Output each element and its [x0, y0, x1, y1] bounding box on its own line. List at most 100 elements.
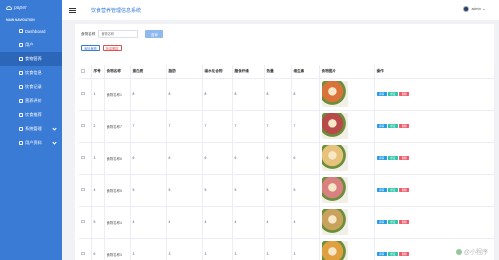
- sidebar-item-diet-record[interactable]: 饮食记录: [0, 80, 62, 94]
- row-actions: 详情 修改 删除: [376, 187, 494, 193]
- user-menu[interactable]: admin: [463, 6, 485, 12]
- cell-carb: 4: [202, 206, 233, 239]
- row-actions: 详情 修改 删除: [376, 219, 494, 225]
- delete-button[interactable]: 删除: [399, 91, 410, 97]
- search-input[interactable]: [98, 30, 139, 38]
- delete-button[interactable]: 删除: [399, 123, 410, 129]
- edit-button[interactable]: 修改: [387, 219, 398, 225]
- table-row[interactable]: 2 食物名称7 7 7 7 7 7 7 详情 修改 删除: [79, 110, 495, 143]
- food-image: [321, 177, 348, 203]
- sidebar-item-label: 营养评价: [25, 98, 42, 103]
- cell-name: 食物名称7: [104, 110, 131, 143]
- menu-toggle-icon[interactable]: [69, 7, 76, 13]
- sidebar-item-user[interactable]: 用户: [0, 38, 62, 52]
- delete-button[interactable]: 删除: [399, 219, 410, 225]
- row-select-cell[interactable]: [79, 142, 92, 175]
- row-select-cell[interactable]: [79, 174, 92, 207]
- cell-carb: 8: [202, 78, 233, 111]
- detail-button[interactable]: 详情: [376, 219, 387, 225]
- delete-button[interactable]: 删除: [399, 155, 410, 161]
- table-body: 1 食物名称1 8 8 8 8 8 8 详情 修改 删除 2 食物名称7 7 7 7 7 7 7 详情 修改 删除 3 食物名…: [79, 78, 495, 260]
- column-header: 食物图片: [319, 65, 375, 79]
- cell-image: [319, 110, 375, 143]
- add-food-button[interactable]: 添加食物: [81, 45, 100, 51]
- edit-button[interactable]: 修改: [387, 251, 398, 257]
- sidebar-item-system-management[interactable]: 系统管理: [0, 122, 62, 136]
- nav-section-title: MAIN NAVIGATION: [6, 18, 35, 22]
- sidebar-item-user-profile[interactable]: 用户资料: [0, 136, 62, 150]
- detail-button[interactable]: 详情: [376, 123, 387, 129]
- table-row[interactable]: 4 食物名称5 5 5 5 5 5 5 详情 修改 删除: [79, 174, 495, 207]
- username: admin: [471, 7, 481, 11]
- cell-index: 2: [91, 110, 105, 143]
- table-row[interactable]: 6 食物名称3 3 3 3 3 3 3 详情 修改 删除: [79, 238, 495, 260]
- delete-button[interactable]: 删除: [399, 251, 410, 257]
- menu-item-icon: [19, 85, 23, 89]
- delete-button[interactable]: 删除: [399, 187, 410, 193]
- table-row[interactable]: 5 食物名称4 4 4 4 4 4 4 详情 修改 删除: [79, 206, 495, 239]
- cell-index: 6: [91, 238, 105, 260]
- select-all-header[interactable]: [79, 65, 92, 79]
- detail-button[interactable]: 详情: [376, 251, 387, 257]
- batch-delete-button[interactable]: 批量删除: [102, 45, 122, 51]
- table-row[interactable]: 1 食物名称1 8 8 8 8 8 8 详情 修改 删除: [79, 78, 495, 111]
- row-checkbox[interactable]: [81, 155, 85, 160]
- cell-operations: 详情 修改 删除: [374, 206, 495, 239]
- cell-protein: 8: [130, 78, 167, 111]
- menu-item-icon: [19, 113, 23, 117]
- topbar: 饮食营养管理信息系统 admin: [62, 0, 499, 20]
- cell-protein: 3: [130, 238, 167, 260]
- wechat-icon: [455, 248, 462, 255]
- food-image: [321, 113, 348, 139]
- detail-button[interactable]: 详情: [376, 155, 387, 161]
- sidebar-item-food-nutrition[interactable]: 食物营养: [0, 52, 62, 66]
- cell-vitamin: 3: [291, 238, 320, 260]
- row-checkbox[interactable]: [81, 187, 85, 192]
- row-actions: 详情 修改 删除: [376, 155, 494, 161]
- avatar: [463, 6, 470, 12]
- edit-button[interactable]: 修改: [387, 187, 398, 193]
- table-row[interactable]: 3 食物名称6 6 6 6 6 6 6 详情 修改 删除: [79, 142, 495, 175]
- sidebar-item-label: 用户资料: [25, 140, 42, 145]
- sidebar-item-label: 用户: [25, 42, 34, 47]
- edit-button[interactable]: 修改: [387, 123, 398, 129]
- row-checkbox[interactable]: [81, 251, 85, 256]
- row-checkbox[interactable]: [81, 91, 85, 96]
- sidebar-item-nutrition-evaluation[interactable]: 营养评价: [0, 94, 62, 108]
- row-checkbox[interactable]: [81, 219, 85, 224]
- cell-fat: 7: [166, 110, 203, 143]
- edit-button[interactable]: 修改: [387, 91, 398, 97]
- row-select-cell[interactable]: [79, 110, 92, 143]
- logo[interactable]: paper: [0, 0, 62, 16]
- query-button[interactable]: 查询: [145, 30, 164, 38]
- cell-fiber: 8: [232, 78, 265, 111]
- row-select-cell[interactable]: [79, 78, 92, 111]
- cell-fat: 5: [166, 174, 203, 207]
- detail-button[interactable]: 详情: [376, 187, 387, 193]
- detail-button[interactable]: 详情: [376, 91, 387, 97]
- food-image: [321, 209, 348, 235]
- row-select-cell[interactable]: [79, 206, 92, 239]
- select-all-checkbox[interactable]: [81, 69, 85, 73]
- food-image: [321, 81, 348, 107]
- menu-item-icon: [19, 127, 23, 131]
- nav-list: Dashboard 用户食物营养 饮食信息 饮食记录营养评价饮食推荐 系统管理用户资料: [0, 24, 62, 150]
- cell-index: 4: [91, 174, 105, 207]
- cell-index: 3: [91, 142, 105, 175]
- sidebar-item-diet-recommend[interactable]: 饮食推荐: [0, 108, 62, 122]
- menu-item-icon: [19, 29, 23, 33]
- cell-name: 食物名称6: [104, 142, 131, 175]
- edit-button[interactable]: 修改: [387, 155, 398, 161]
- cell-fiber: 4: [232, 206, 265, 239]
- row-actions: 详情 修改 删除: [376, 123, 494, 129]
- column-header: 食物名称: [104, 65, 131, 79]
- logo-text: paper: [14, 5, 27, 11]
- sidebar-item-diet-info[interactable]: 饮食信息: [0, 66, 62, 80]
- menu-item-icon: [19, 99, 23, 103]
- column-header: 序号: [91, 65, 105, 79]
- sidebar-item-dashboard[interactable]: Dashboard: [0, 24, 62, 38]
- row-checkbox[interactable]: [81, 123, 85, 128]
- cell-fat: 4: [166, 206, 203, 239]
- row-select-cell[interactable]: [79, 238, 92, 260]
- cell-fat: 3: [166, 238, 203, 260]
